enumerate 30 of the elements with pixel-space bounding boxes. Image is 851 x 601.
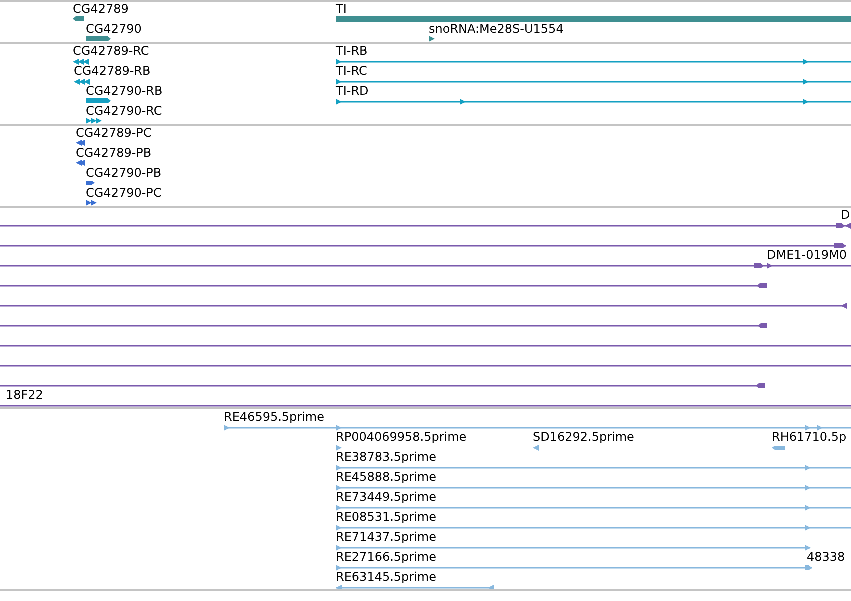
feature-label: CG42789-PB (76, 146, 152, 160)
feature-label: TI-RC (336, 64, 368, 78)
feature-label: TI (336, 2, 347, 16)
feature-label: TI-RB (336, 44, 368, 58)
feature-label: CG42790-RC (86, 104, 162, 118)
feature-label: RH61710.5p (772, 430, 847, 444)
feature-label: 48338 (807, 550, 846, 564)
feature-label: CG42789 (73, 2, 129, 16)
feature-label: 18F22 (6, 388, 44, 402)
feature-label: RP004069958.5prime (336, 430, 467, 444)
feature-label: RE45888.5prime (336, 470, 436, 484)
feature-label: D (841, 208, 850, 222)
feature-label: RE63145.5prime (336, 570, 436, 584)
feature-label: RE71437.5prime (336, 530, 436, 544)
feature-label: CG42789-RC (73, 44, 150, 58)
feature-label: CG42790 (86, 22, 142, 36)
feature-label: RE38783.5prime (336, 450, 436, 464)
feature-label: RE73449.5prime (336, 490, 436, 504)
feature-label: SD16292.5prime (533, 430, 634, 444)
feature-label: CG42789-PC (76, 126, 152, 140)
feature-label: DME1-019M0 (767, 248, 848, 262)
feature-label: CG42789-RB (74, 64, 151, 78)
feature-label: snoRNA:Me28S-U1554 (429, 22, 564, 36)
feature-label: RE08531.5prime (336, 510, 436, 524)
feature-label: RE46595.5prime (224, 410, 324, 424)
feature-label: CG42790-PC (86, 186, 162, 200)
feature-label: TI-RD (336, 84, 369, 98)
feature-label: RE27166.5prime (336, 550, 436, 564)
feature-label: CG42790-RB (86, 84, 163, 98)
feature-label: CG42790-PB (86, 166, 162, 180)
